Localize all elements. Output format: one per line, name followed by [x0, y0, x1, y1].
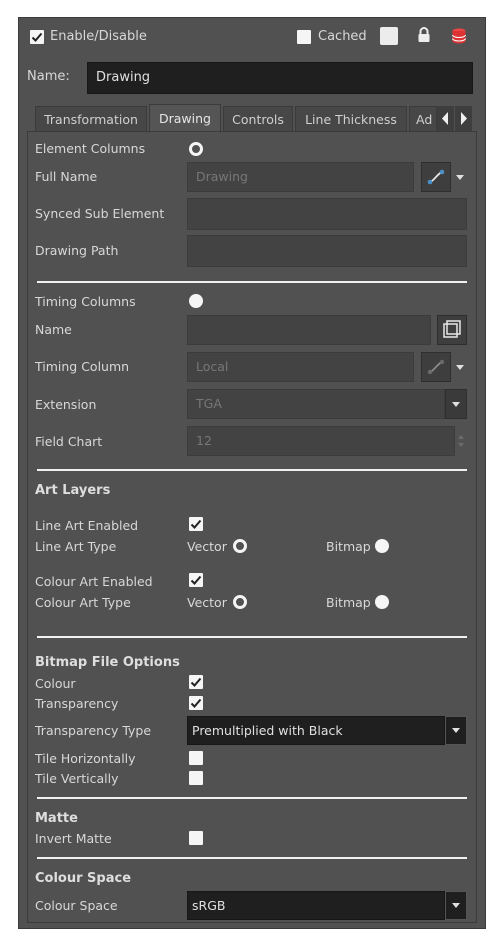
tile-horizontally-label: Tile Horizontally: [35, 751, 136, 766]
tile-horizontally-checkbox[interactable]: [189, 751, 203, 765]
extension-label: Extension: [35, 397, 97, 412]
color-swatch-button[interactable]: [380, 27, 398, 45]
colour-art-bitmap-label: Bitmap: [326, 595, 371, 610]
link-curve-icon: [427, 169, 445, 185]
timing-columns-radio[interactable]: [189, 294, 203, 308]
colour-art-vector-label: Vector: [187, 595, 227, 610]
database-icon[interactable]: [451, 27, 467, 45]
line-art-enabled-label: Line Art Enabled: [35, 518, 139, 533]
transparency-type-select[interactable]: Premultiplied with Black: [187, 716, 445, 745]
extension-select[interactable]: TGA: [187, 389, 445, 419]
colour-space-title: Colour Space: [35, 871, 132, 886]
name-input[interactable]: Drawing: [87, 62, 473, 94]
arrow-left-icon: [442, 112, 448, 125]
tile-vertically-label: Tile Vertically: [35, 771, 119, 786]
layer-properties-panel: Enable/Disable Cached Name: Drawing Tran…: [18, 17, 486, 929]
timing-column-label: Timing Column: [35, 359, 130, 374]
synced-sub-element-label: Synced Sub Element: [35, 206, 165, 221]
divider: [37, 469, 467, 471]
full-name-input[interactable]: Drawing: [187, 162, 414, 192]
chevron-down-icon: [452, 402, 460, 407]
timing-column-input[interactable]: Local: [187, 352, 414, 382]
art-layers-title: Art Layers: [35, 483, 111, 498]
arrow-right-icon: [461, 112, 467, 125]
checkmark-icon: [190, 575, 202, 585]
lock-icon[interactable]: [417, 27, 431, 44]
colour-art-vector-radio[interactable]: [233, 595, 247, 609]
tab-controls[interactable]: Controls: [223, 106, 293, 131]
divider: [37, 281, 467, 283]
element-columns-label: Element Columns: [35, 141, 146, 156]
colour-label: Colour: [35, 676, 76, 691]
line-art-type-label: Line Art Type: [35, 539, 117, 554]
timing-name-button[interactable]: [437, 315, 467, 345]
timing-columns-label: Timing Columns: [35, 294, 136, 309]
divider: [37, 636, 467, 638]
link-curve-icon: [427, 359, 445, 375]
extension-dropdown-button[interactable]: [445, 389, 467, 419]
checkmark-icon: [31, 32, 43, 42]
divider: [37, 797, 467, 799]
colour-art-bitmap-radio[interactable]: [375, 595, 389, 609]
tab-drawing[interactable]: Drawing: [149, 104, 221, 133]
drawing-path-label: Drawing Path: [35, 243, 119, 258]
line-art-vector-radio[interactable]: [233, 539, 247, 553]
timing-link-dropdown-icon[interactable]: [456, 365, 464, 370]
name-label: Name:: [27, 69, 70, 84]
colour-space-dropdown-button[interactable]: [445, 891, 467, 920]
transparency-type-label: Transparency Type: [35, 723, 152, 738]
tab-line-thickness[interactable]: Line Thickness: [295, 106, 407, 131]
transparency-type-dropdown-button[interactable]: [445, 716, 467, 745]
enable-checkbox[interactable]: [30, 30, 44, 44]
colour-art-enabled-label: Colour Art Enabled: [35, 574, 153, 589]
element-columns-radio[interactable]: [189, 142, 203, 156]
line-art-bitmap-label: Bitmap: [326, 539, 371, 554]
divider: [37, 857, 467, 859]
bitmap-options-title: Bitmap File Options: [35, 655, 180, 670]
drawing-path-input[interactable]: [187, 235, 467, 267]
timing-link-button[interactable]: [421, 352, 451, 382]
timing-name-label: Name: [35, 322, 72, 337]
colour-art-type-label: Colour Art Type: [35, 595, 131, 610]
link-button[interactable]: [421, 162, 451, 192]
link-dropdown-icon[interactable]: [456, 175, 464, 180]
transparency-checkbox[interactable]: [189, 696, 203, 710]
line-art-enabled-checkbox[interactable]: [189, 517, 203, 531]
chevron-down-icon: [452, 903, 460, 908]
full-name-label: Full Name: [35, 169, 98, 184]
tab-scroll-right-button[interactable]: [455, 106, 472, 131]
synced-sub-element-input[interactable]: [187, 198, 467, 230]
colour-space-label: Colour Space: [35, 898, 118, 913]
field-chart-input[interactable]: 12: [187, 426, 455, 456]
colour-art-enabled-checkbox[interactable]: [189, 573, 203, 587]
checkmark-icon: [190, 519, 202, 529]
line-art-bitmap-radio[interactable]: [375, 539, 389, 553]
tab-advanced[interactable]: Ad: [409, 106, 437, 131]
chevron-down-icon: [452, 728, 460, 733]
colour-checkbox[interactable]: [189, 675, 203, 689]
checkmark-icon: [190, 698, 202, 708]
tab-transformation[interactable]: Transformation: [35, 106, 147, 131]
colour-space-select[interactable]: sRGB: [187, 891, 445, 920]
timing-name-input[interactable]: [187, 315, 431, 345]
cached-checkbox[interactable]: [297, 30, 311, 44]
tile-vertically-checkbox[interactable]: [189, 771, 203, 785]
square-icon: [443, 320, 461, 338]
invert-matte-label: Invert Matte: [35, 831, 112, 846]
field-chart-label: Field Chart: [35, 434, 103, 449]
transparency-label: Transparency: [35, 696, 119, 711]
enable-label: Enable/Disable: [50, 29, 147, 44]
tab-scroll-left-button[interactable]: [437, 106, 454, 131]
cached-label: Cached: [318, 29, 367, 44]
invert-matte-checkbox[interactable]: [189, 831, 203, 845]
matte-title: Matte: [35, 811, 78, 826]
stepper-icon[interactable]: [457, 432, 465, 450]
line-art-vector-label: Vector: [187, 539, 227, 554]
checkmark-icon: [190, 677, 202, 687]
